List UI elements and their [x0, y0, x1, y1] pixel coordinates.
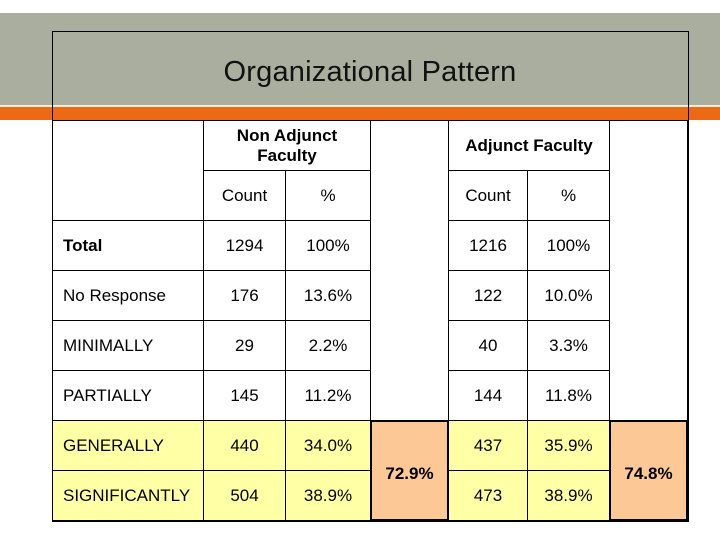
non-adjunct-pct: 2.2%: [285, 320, 371, 371]
col-header-adjunct-pct: %: [527, 170, 610, 221]
non-adjunct-count: 145: [203, 370, 286, 421]
corner-cell: [52, 120, 204, 221]
col-header-non-adjunct-count: Count: [203, 170, 286, 221]
row-label: Total: [52, 220, 204, 271]
spacer-header-2: [609, 120, 688, 421]
non-adjunct-pct: 13.6%: [285, 270, 371, 321]
non-adjunct-count: 440: [203, 420, 286, 471]
group-header-non-adjunct: Non Adjunct Faculty: [203, 120, 371, 171]
combined-adjunct: 74.8%: [609, 420, 688, 521]
adjunct-count: 437: [448, 420, 528, 471]
non-adjunct-pct: 38.9%: [285, 470, 371, 521]
col-header-adjunct-count: Count: [448, 170, 528, 221]
non-adjunct-count: 29: [203, 320, 286, 371]
adjunct-count: 144: [448, 370, 528, 421]
spacer-header-1: [370, 120, 449, 421]
non-adjunct-pct: 11.2%: [285, 370, 371, 421]
adjunct-pct: 10.0%: [527, 270, 610, 321]
row-label: PARTIALLY: [52, 370, 204, 421]
non-adjunct-count: 504: [203, 470, 286, 521]
adjunct-pct: 3.3%: [527, 320, 610, 371]
adjunct-count: 122: [448, 270, 528, 321]
adjunct-pct: 38.9%: [527, 470, 610, 521]
col-header-non-adjunct-pct: %: [285, 170, 371, 221]
non-adjunct-pct: 100%: [285, 220, 371, 271]
row-label: No Response: [52, 270, 204, 321]
adjunct-pct: 100%: [527, 220, 610, 271]
combined-non-adjunct: 72.9%: [370, 420, 449, 521]
row-label: SIGNIFICANTLY: [52, 470, 204, 521]
group-header-adjunct: Adjunct Faculty: [448, 120, 610, 171]
row-label: MINIMALLY: [52, 320, 204, 371]
slide-title: Organizational Pattern: [223, 56, 517, 88]
non-adjunct-pct: 34.0%: [285, 420, 371, 471]
adjunct-pct: 11.8%: [527, 370, 610, 421]
non-adjunct-count: 1294: [203, 220, 286, 271]
adjunct-count: 473: [448, 470, 528, 521]
adjunct-pct: 35.9%: [527, 420, 610, 471]
adjunct-count: 1216: [448, 220, 528, 271]
non-adjunct-count: 176: [203, 270, 286, 321]
adjunct-count: 40: [448, 320, 528, 371]
row-label: GENERALLY: [52, 420, 204, 471]
